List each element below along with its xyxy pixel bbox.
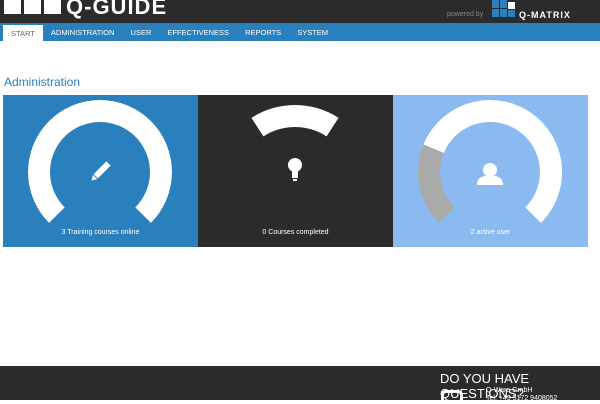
- contact-info: Q-Ware GmbH Tel: +49 5172 9408052: [486, 387, 557, 403]
- q-guide-logo-icon: [4, 0, 61, 14]
- tab-start[interactable]: START: [3, 25, 43, 41]
- courses-completed-tile[interactable]: 0 Courses completed: [198, 95, 393, 247]
- gauge-arc-used: [418, 144, 455, 223]
- page-title: Administration: [4, 75, 81, 89]
- training-courses-tile[interactable]: 3 Training courses online: [3, 95, 198, 247]
- tab-reports[interactable]: REPORTS: [237, 23, 289, 41]
- main-nav: START ADMINISTRATION USER EFFECTIVENESS …: [0, 23, 600, 41]
- tab-administration[interactable]: ADMINISTRATION: [43, 23, 123, 41]
- tile-label: 3 Training courses online: [61, 229, 140, 236]
- q-matrix-logo-icon: [492, 0, 516, 18]
- q-matrix-label: Q-MATRIX: [519, 10, 571, 20]
- user-icon: [477, 163, 503, 185]
- brand-title: Q-GUIDE: [66, 0, 168, 19]
- phone-icon: [441, 390, 463, 404]
- footer: DO YOU HAVE QUESTIONS? Q-Ware GmbH Tel: …: [0, 366, 600, 403]
- gauge-arc: [251, 105, 339, 137]
- lightbulb-icon: [288, 158, 302, 181]
- tile-label: 2 active user: [470, 229, 511, 236]
- pencil-icon: [91, 161, 111, 181]
- tile-label: 0 Courses completed: [262, 229, 329, 236]
- tab-system[interactable]: SYSTEM: [289, 23, 336, 41]
- active-users-tile[interactable]: 2 active user: [393, 95, 588, 247]
- tab-user[interactable]: USER: [123, 23, 160, 41]
- phone-number[interactable]: Tel: +49 5172 9408052: [486, 395, 557, 403]
- powered-by-label: powered by: [447, 11, 484, 18]
- header-bar: Q-GUIDE powered by Q-MATRIX: [0, 0, 600, 23]
- company-name: Q-Ware GmbH: [486, 387, 533, 394]
- gauge-arc: [28, 100, 172, 223]
- tab-effectiveness[interactable]: EFFECTIVENESS: [159, 23, 237, 41]
